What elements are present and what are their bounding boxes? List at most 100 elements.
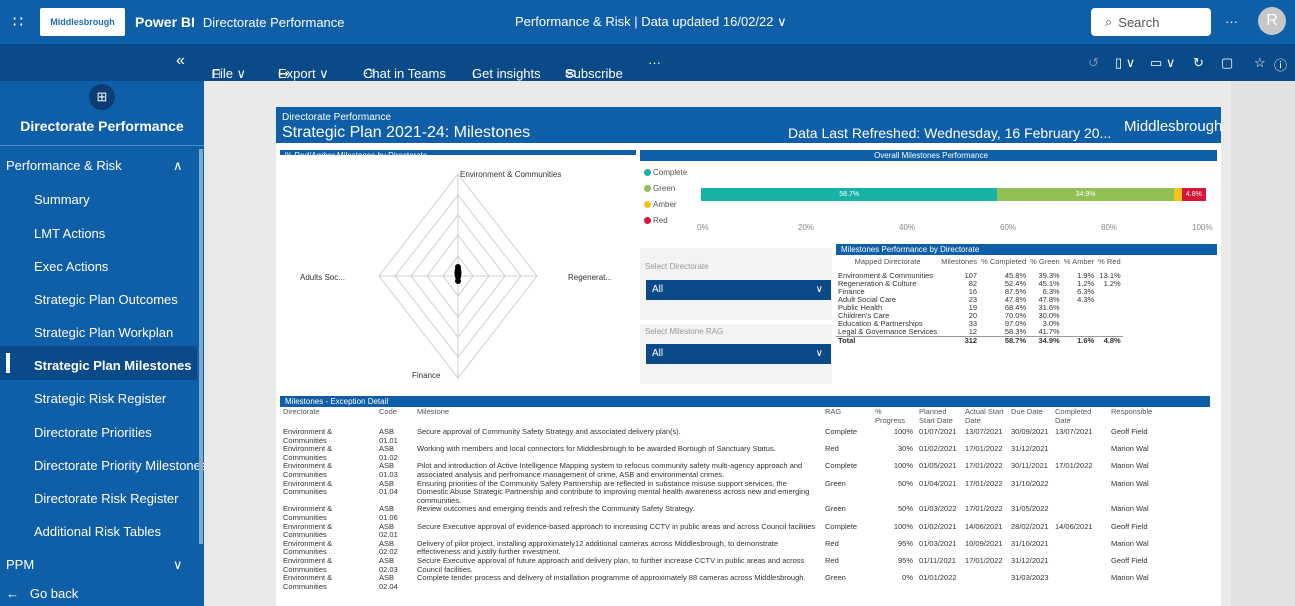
bar-segment-green[interactable]: 34.9% [997,188,1174,201]
reset-icon[interactable]: ↺ [1088,55,1099,71]
chevron-up-icon[interactable]: ∧ [173,158,183,174]
column-header[interactable]: % Progress [872,408,916,428]
legend-amber[interactable]: Amber [644,200,677,209]
table-cell: Red [825,444,839,454]
info-icon[interactable]: ⓘ [1274,55,1287,74]
user-avatar[interactable]: R [1258,7,1286,35]
bookmark-icon[interactable]: ▯ ∨ [1115,55,1135,71]
column-header[interactable]: Mapped Directorate [836,258,939,272]
section-performance-risk[interactable]: Performance & Risk [6,158,122,173]
refresh-icon[interactable]: ↻ [1193,55,1204,71]
table-row[interactable]: Environment & Communities ASB 01.06 Review… [280,504,1158,522]
legend-red[interactable]: Red [644,216,668,225]
table-cell [962,574,1008,591]
table-cell: 4.3% [1077,295,1095,304]
sidebar-scrollbar[interactable] [199,149,203,544]
bar-segment-red[interactable]: 4.8% [1181,188,1206,201]
column-header[interactable]: Code [376,408,414,428]
sidebar-item-directorate-priority-milestones[interactable]: Directorate Priority Milestones [34,458,207,473]
table-cell: Environment & Communities [283,555,333,574]
sidebar-item-additional-risk-tables[interactable]: Additional Risk Tables [34,524,161,539]
table-row[interactable]: Environment & Communities ASB 02.03 Secure… [280,555,1158,574]
table-cell: Secure Executive approval of future appr… [417,555,805,574]
column-header[interactable]: % Completed [979,258,1028,272]
sidebar-item-strategic-plan-outcomes[interactable]: Strategic Plan Outcomes [34,292,178,307]
column-header[interactable]: % Red [1096,258,1123,272]
sidebar-item-strategic-plan-milestones[interactable]: Strategic Plan Milestones [34,358,192,373]
favorite-star-icon[interactable]: ☆ [1254,55,1266,71]
chevron-down-icon[interactable]: ∨ [173,557,183,573]
go-back-link[interactable]: ← Go back [6,586,78,601]
search-box[interactable]: ⌕ Search [1091,8,1211,36]
column-header[interactable]: Due Date [1008,408,1052,428]
exceptions-table[interactable]: Directorate Code Milestone RAG% Progress Pla… [280,408,1210,604]
bar-segment-amber[interactable] [1173,188,1182,201]
table-cell [1052,557,1108,574]
sidebar-item-exec-actions[interactable]: Exec Actions [34,259,108,274]
sidebar-item-lmt-actions[interactable]: LMT Actions [34,226,105,241]
axis-tick-label: 40% [899,223,916,232]
axis-tick-label: 0% [697,223,709,232]
legend-complete[interactable]: Complete [644,168,687,177]
table-row[interactable]: Total 312 58.7% 34.9% 1.6% 4.8% [836,336,1123,345]
table-row[interactable]: Environment & Communities ASB 01.01 Secure… [280,427,1158,445]
table-cell [1052,574,1108,591]
table-cell: 30% [897,444,913,454]
toolbar-more-icon[interactable]: ··· [648,55,661,70]
axis-tick-label: 60% [1000,223,1017,232]
file-menu-label: File ∨ [212,66,247,81]
table-cell: 58.7% [979,336,1029,345]
table-cell [1096,312,1123,320]
column-header[interactable]: % Amber [1062,258,1096,272]
sidebar-divider [0,145,204,146]
bar-segment-complete[interactable]: 58.7% [701,188,998,201]
column-header[interactable]: Directorate [280,408,376,428]
view-icon[interactable]: ▭ ∨ [1150,55,1175,71]
table-cell: 17/01/2022 [1055,461,1093,471]
workspace-dataset-info[interactable]: Performance & Risk | Data updated 16/02/… [515,14,787,30]
overall-stacked-bar[interactable]: 58.7% 34.9% 4.8% [701,188,1206,201]
column-header[interactable]: Completed Date [1052,408,1108,428]
app-launcher-icon[interactable]: ∷ [0,12,36,32]
navigation-pane: ⊞ Directorate Performance Performance & … [0,81,207,606]
column-header[interactable]: Actual Start Date [962,408,1008,428]
collapse-nav-icon[interactable]: « [176,52,185,70]
exceptions-table-grid: Directorate Code Milestone RAG% Progress Pla… [280,408,1158,591]
directorate-table[interactable]: Mapped Directorate Milestones% Completed%… [836,258,1221,398]
powerbi-brand[interactable]: Power BI [135,14,195,30]
section-ppm[interactable]: PPM [6,557,34,572]
table-row[interactable]: Environment & Communities ASB 02.02 Delive… [280,538,1158,557]
rag-dropdown[interactable]: All ∨ [646,344,831,364]
table-cell [1052,540,1108,557]
table-cell: Environment & Communities [283,461,333,479]
table-cell: 10/09/2021 [965,538,1003,548]
sidebar-item-strategic-plan-workplan[interactable]: Strategic Plan Workplan [34,325,173,340]
column-header[interactable]: Milestone [414,408,822,428]
column-header[interactable]: Responsible [1108,408,1158,428]
table-row[interactable]: Environment & Communities ASB 01.04 Ensuri… [280,479,1158,506]
table-row[interactable]: Environment & Communities ASB 02.04 Comple… [280,573,1158,591]
column-header[interactable]: Milestones [939,258,979,272]
table-cell: Marion Wal [1111,573,1149,583]
sidebar-item-strategic-risk-register[interactable]: Strategic Risk Register [34,391,166,406]
sidebar-item-summary[interactable]: Summary [34,192,90,207]
sidebar-item-directorate-priorities[interactable]: Directorate Priorities [34,425,152,440]
table-row[interactable]: Environment & Communities ASB 02.01 Secure… [280,522,1158,540]
column-header[interactable]: Planned Start Date [916,408,962,428]
table-cell: Marion Wal [1111,461,1149,471]
chevron-down-icon: ∨ [815,348,823,359]
table-row[interactable]: Environment & Communities ASB 01.03 Pilot … [280,462,1158,479]
radar-chart[interactable]: Environment & Communities Adults Soc... … [280,155,636,388]
column-header[interactable]: % Green [1028,258,1062,272]
legend-green[interactable]: Green [644,184,675,193]
table-cell: Complete tender process and delivery of … [417,573,806,583]
table-row[interactable]: Environment & Communities ASB 01.02 Workin… [280,444,1158,462]
column-header[interactable]: RAG [822,408,872,428]
table-cell: 01/05/2021 [919,461,957,471]
table-cell: ASB 02.02 [379,538,398,557]
sidebar-item-directorate-risk-register[interactable]: Directorate Risk Register [34,491,179,506]
directorate-dropdown[interactable]: All ∨ [646,280,831,300]
table-cell [1062,320,1096,328]
more-options-icon[interactable]: ··· [1225,14,1238,29]
comment-icon[interactable]: ▢ [1221,55,1233,71]
